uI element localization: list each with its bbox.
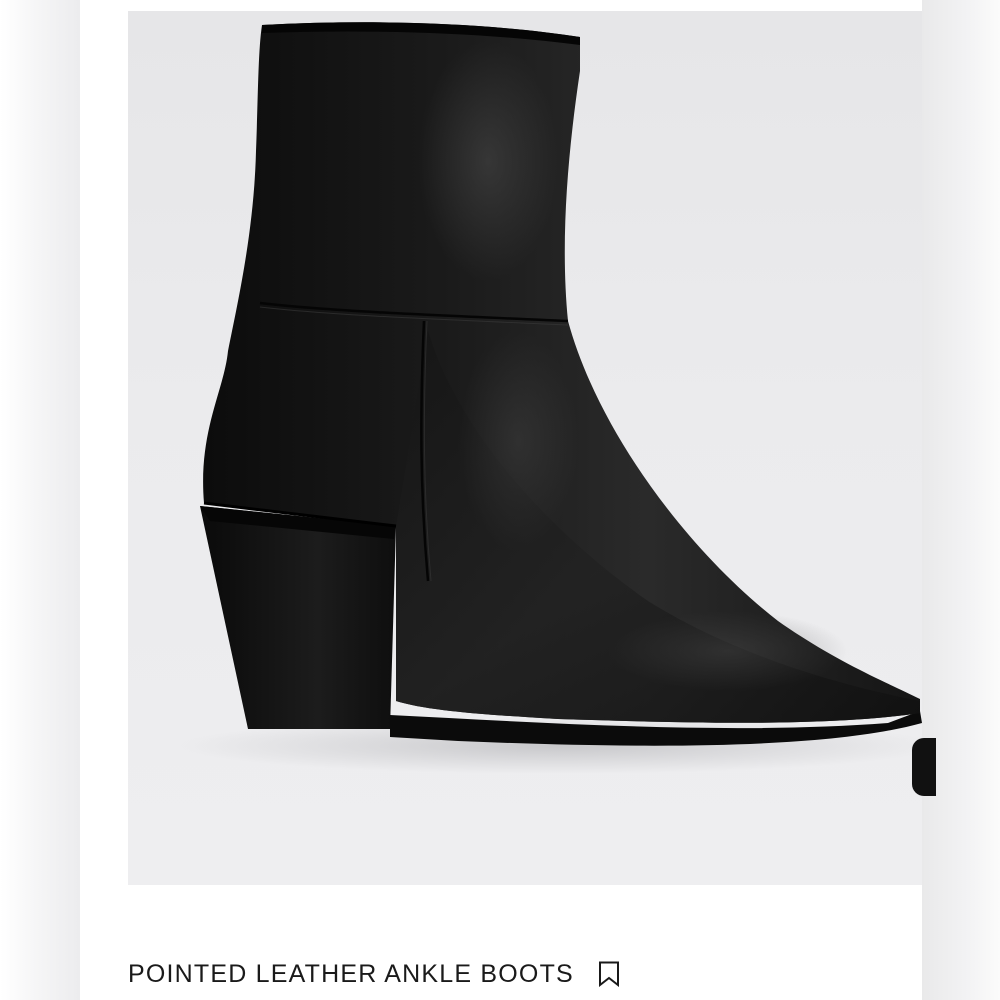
product-image[interactable] [128,11,922,885]
product-page: POINTED LEATHER ANKLE BOOTS [0,0,1000,1000]
product-caption: POINTED LEATHER ANKLE BOOTS [128,956,622,992]
right-gutter [922,0,1000,1000]
bookmark-icon[interactable] [596,959,622,989]
left-gutter [0,0,80,1000]
next-image-arrow-icon[interactable] [912,738,936,796]
product-title: POINTED LEATHER ANKLE BOOTS [128,960,574,988]
boot-illustration [178,22,922,774]
